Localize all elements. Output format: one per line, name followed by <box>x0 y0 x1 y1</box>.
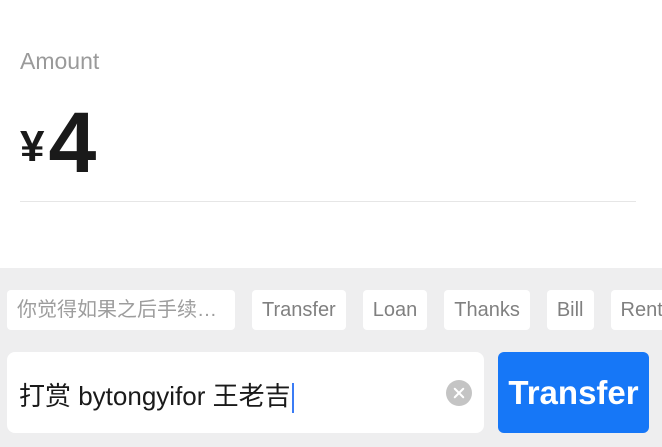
remark-input-text[interactable]: 打赏 bytongyifor 王老吉 <box>19 376 294 414</box>
currency-symbol: ¥ <box>20 122 45 171</box>
text-caret <box>291 383 294 414</box>
quick-phrase-chip[interactable]: 你觉得如果之后手续… <box>7 290 235 330</box>
amount-value: 4 <box>48 95 97 191</box>
divider <box>20 201 636 202</box>
transfer-button[interactable]: Transfer <box>498 352 649 433</box>
remark-panel: 你觉得如果之后手续… Transfer Loan Thanks Bill Ren… <box>0 268 662 447</box>
quick-phrase-list: 你觉得如果之后手续… Transfer Loan Thanks Bill Ren… <box>7 290 662 330</box>
remark-input[interactable]: 打赏 bytongyifor 王老吉 <box>7 352 484 433</box>
quick-phrase-chip[interactable]: Bill <box>546 290 594 330</box>
amount-display[interactable]: ¥ 4 <box>20 100 96 186</box>
quick-phrase-chip[interactable]: Thanks <box>444 290 530 330</box>
quick-phrase-chip[interactable]: Loan <box>362 290 428 330</box>
remark-input-value: 打赏 bytongyifor 王老吉 <box>19 381 291 411</box>
clear-icon[interactable] <box>446 380 472 406</box>
amount-label: Amount <box>20 48 100 74</box>
amount-section: Amount ¥ 4 <box>0 0 662 268</box>
quick-phrase-chip[interactable]: Rent <box>610 290 662 330</box>
quick-phrase-chip[interactable]: Transfer <box>252 290 346 330</box>
